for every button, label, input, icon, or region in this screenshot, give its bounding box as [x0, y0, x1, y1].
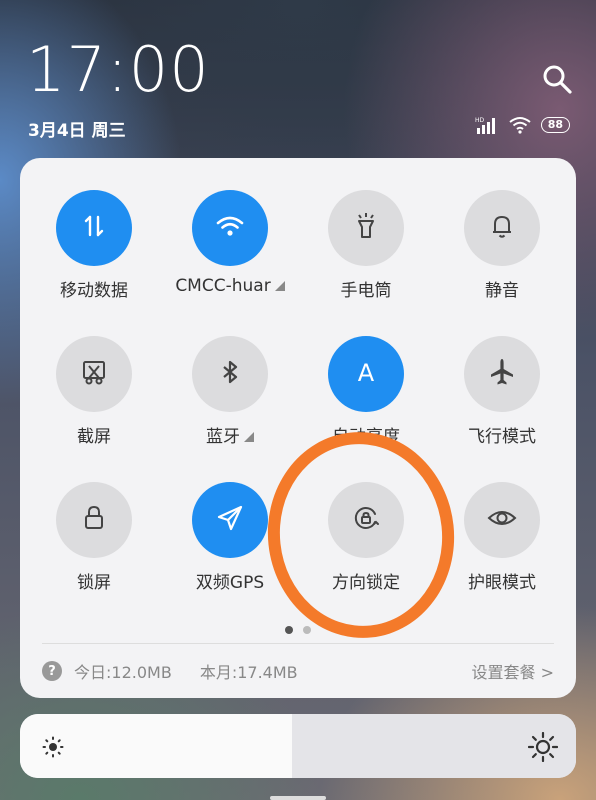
- tile-screenshot[interactable]: 截屏: [26, 336, 162, 447]
- tile-bell[interactable]: 静音: [434, 190, 570, 301]
- page-indicator: [20, 626, 576, 634]
- toggle-button[interactable]: [328, 190, 404, 266]
- screenshot-icon: [78, 356, 110, 392]
- gps-icon: [214, 502, 246, 538]
- lock-icon: [78, 502, 110, 538]
- clock: 17:00: [26, 33, 210, 106]
- usage-month: 本月:17.4MB: [199, 663, 298, 682]
- toggle-button[interactable]: [192, 190, 268, 266]
- tile-bluetooth[interactable]: 蓝牙: [162, 336, 298, 447]
- divider: [42, 643, 554, 644]
- expand-caret-icon: [240, 427, 254, 447]
- toggle-button[interactable]: [56, 336, 132, 412]
- bell-icon: [486, 210, 518, 246]
- brightness-low-icon: [42, 736, 64, 758]
- tile-label: 蓝牙: [162, 422, 298, 447]
- set-plan-link[interactable]: 设置套餐 >: [472, 659, 555, 683]
- toggle-button[interactable]: [56, 482, 132, 558]
- auto-brightness-icon: A: [350, 356, 382, 392]
- page-dot-1[interactable]: [285, 626, 293, 634]
- help-icon[interactable]: ?: [42, 661, 62, 681]
- toggle-button[interactable]: [464, 190, 540, 266]
- brightness-high-icon: [528, 732, 558, 762]
- mobile-data-icon: [78, 210, 110, 246]
- svg-text:A: A: [358, 359, 375, 387]
- signal-icon: HD: [475, 117, 495, 134]
- toggle-button[interactable]: [192, 482, 268, 558]
- search-icon[interactable]: [540, 62, 574, 96]
- toggle-button[interactable]: [192, 336, 268, 412]
- tile-label: CMCC-huar: [162, 276, 298, 296]
- tile-eye[interactable]: 护眼模式: [434, 482, 570, 593]
- tile-airplane[interactable]: 飞行模式: [434, 336, 570, 447]
- tile-lock[interactable]: 锁屏: [26, 482, 162, 593]
- toggle-button[interactable]: [464, 336, 540, 412]
- airplane-icon: [486, 356, 518, 392]
- tile-label: 锁屏: [77, 573, 111, 593]
- date: 3月4日 周三: [28, 121, 126, 141]
- page-dot-2[interactable]: [303, 626, 311, 634]
- toggle-button[interactable]: A: [328, 336, 404, 412]
- tile-label: 手电筒: [340, 281, 392, 301]
- wifi-status-icon: [509, 117, 531, 134]
- tile-wifi[interactable]: CMCC-huar: [162, 190, 298, 296]
- quick-settings-panel: 移动数据 CMCC-huar 手电筒 静音 截屏 蓝牙 A 自动亮度 飞行模式 锁屏 双频GPS 方向…: [20, 158, 576, 698]
- wifi-icon: [214, 210, 246, 246]
- eye-icon: [486, 502, 518, 538]
- status-icons: HD 88: [475, 116, 570, 134]
- tile-label: 静音: [485, 281, 519, 301]
- toggle-button[interactable]: [464, 482, 540, 558]
- tile-flashlight[interactable]: 手电筒: [298, 190, 434, 301]
- expand-caret-icon: [271, 276, 285, 296]
- usage-today: 今日:12.0MB: [74, 663, 172, 682]
- tile-auto-brightness[interactable]: A 自动亮度: [298, 336, 434, 447]
- tile-label: 飞行模式: [468, 427, 536, 447]
- data-usage-row: ? 今日:12.0MB 本月:17.4MB 设置套餐 >: [42, 656, 554, 686]
- toggle-button[interactable]: [56, 190, 132, 266]
- tile-label: 截屏: [77, 427, 111, 447]
- battery-indicator: 88: [540, 117, 570, 133]
- home-indicator[interactable]: [270, 796, 326, 800]
- brightness-slider[interactable]: [20, 714, 576, 778]
- tile-label: 护眼模式: [468, 573, 536, 593]
- flashlight-icon: [350, 210, 382, 246]
- tile-label: 移动数据: [60, 281, 128, 301]
- bluetooth-icon: [214, 356, 246, 392]
- svg-text:HD: HD: [475, 117, 485, 124]
- tile-mobile-data[interactable]: 移动数据: [26, 190, 162, 301]
